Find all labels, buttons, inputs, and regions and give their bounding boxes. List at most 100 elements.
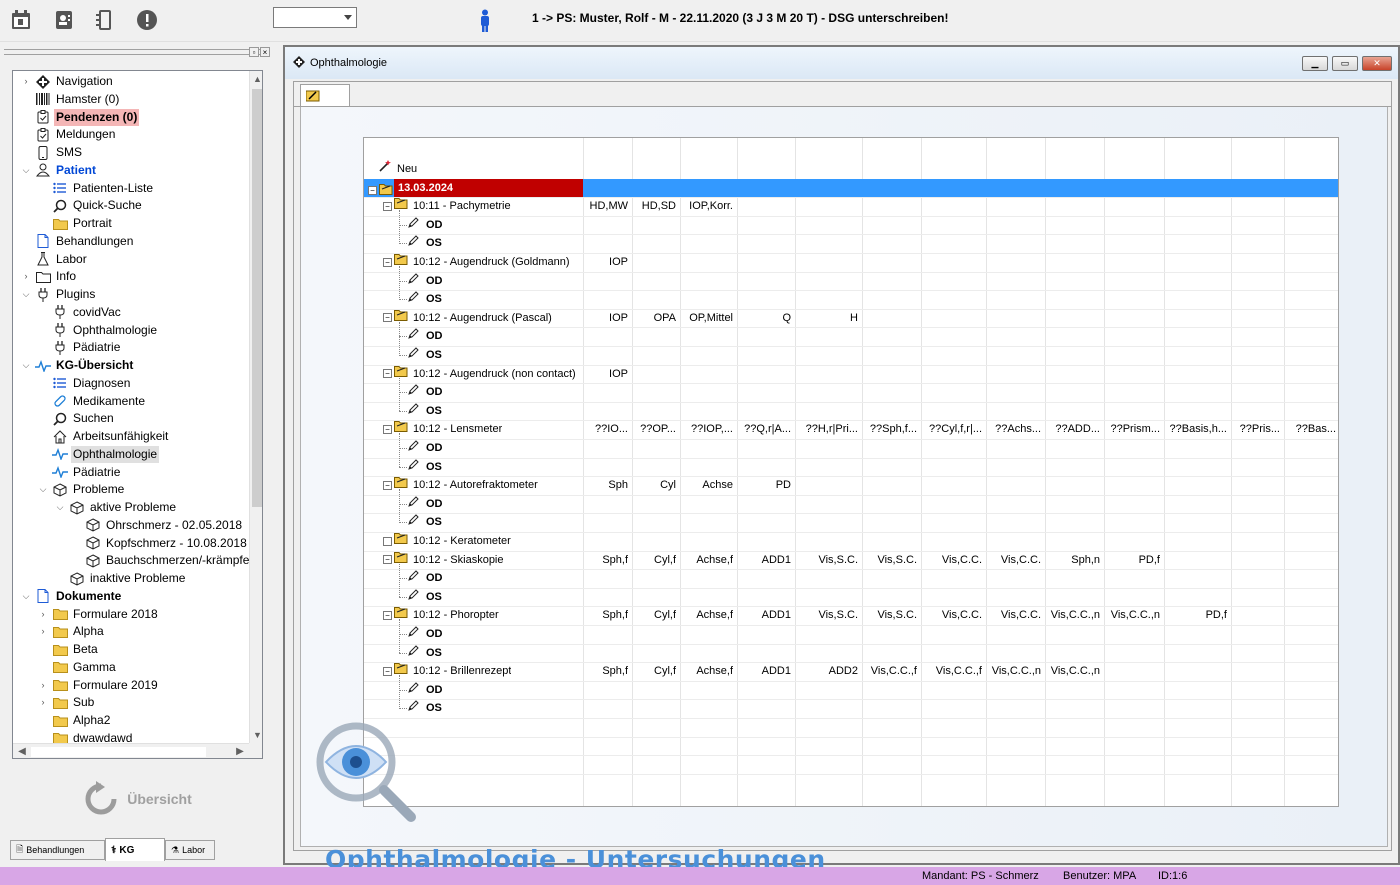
exam-value-cell[interactable]: Sph,f (585, 662, 628, 680)
sidebar-item[interactable]: › Alpha (38, 623, 106, 640)
collapse-icon[interactable]: − (383, 424, 392, 434)
scroll-thumb[interactable] (252, 89, 262, 507)
exam-value-cell[interactable]: ??IO... (585, 420, 628, 438)
sidebar-item[interactable]: ⌵ Probleme (38, 481, 126, 498)
alert-icon[interactable] (136, 9, 158, 31)
sidebar-item[interactable]: Hamster (0) (21, 91, 121, 108)
collapse-icon[interactable]: − (383, 369, 392, 379)
exam-value-cell[interactable]: H (797, 309, 858, 327)
exam-value-cell[interactable]: Vis,C.C.,f (864, 662, 917, 680)
exam-value-cell[interactable]: Vis,C.C. (988, 606, 1041, 624)
mandant-select[interactable] (273, 7, 357, 28)
sidebar-item[interactable]: Ophthalmologie (38, 445, 160, 463)
exam-value-cell[interactable]: ??ADD... (1047, 420, 1100, 438)
exam-value-cell[interactable]: IOP (585, 309, 628, 327)
exam-group-row[interactable]: − 10:12 - Skiaskopie (383, 551, 504, 569)
os-row[interactable]: OS (408, 290, 442, 308)
date-row-toggle[interactable]: − (368, 183, 394, 198)
panel-close-button[interactable]: × (260, 47, 270, 57)
exam-value-cell[interactable]: Vis,C.C. (923, 551, 982, 569)
grid-column-divider[interactable] (1045, 138, 1046, 806)
tab-labor[interactable]: ⚗ Labor (165, 840, 215, 860)
exam-value-cell[interactable]: Achse,f (682, 662, 733, 680)
date-row[interactable]: 13.03.2024 − (364, 178, 1338, 198)
sidebar-item[interactable]: Ohrschmerz - 02.05.2018 (71, 517, 244, 534)
exam-value-cell[interactable]: ADD2 (797, 662, 858, 680)
sidebar-item[interactable]: Patienten-Liste (38, 180, 155, 197)
sidebar-item[interactable]: SMS (21, 144, 84, 161)
sidebar-item[interactable]: Medikamente (38, 393, 147, 410)
sidebar-item[interactable]: Labor (21, 251, 89, 268)
exam-value-cell[interactable]: Vis,S.C. (864, 606, 917, 624)
new-entry-button[interactable]: Neu (378, 160, 417, 178)
sidebar-item[interactable]: inaktive Probleme (55, 570, 187, 587)
exam-value-cell[interactable]: Sph,n (1047, 551, 1100, 569)
scroll-right-icon[interactable]: ▶ (233, 744, 247, 758)
patient-header[interactable]: 1 -> PS: Muster, Rolf - M - 22.11.2020 (… (532, 11, 948, 25)
chevron-right-icon[interactable]: › (38, 623, 48, 640)
exam-value-cell[interactable]: Sph (585, 476, 628, 494)
scroll-up-icon[interactable]: ▲ (250, 71, 262, 87)
close-button[interactable]: ✕ (1362, 56, 1392, 71)
os-row[interactable]: OS (408, 346, 442, 364)
chevron-down-icon[interactable]: ⌵ (21, 162, 31, 179)
grid-column-divider[interactable] (737, 138, 738, 806)
exam-group-row[interactable]: − 10:12 - Augendruck (Pascal) (383, 309, 552, 327)
os-row[interactable]: OS (408, 458, 442, 476)
sidebar-item[interactable]: Beta (38, 641, 100, 658)
exam-value-cell[interactable]: Cyl,f (634, 551, 676, 569)
collapse-icon[interactable]: − (383, 555, 392, 565)
os-row[interactable]: OS (408, 402, 442, 420)
panel-pin-button[interactable]: ▫ (249, 47, 259, 57)
sidebar-item[interactable]: Arbeitsunfähigkeit (38, 428, 170, 445)
od-row[interactable]: OD (408, 495, 443, 513)
chevron-down-icon[interactable]: ⌵ (21, 588, 31, 605)
exam-value-cell[interactable]: Vis,C.C.,n (988, 662, 1041, 680)
exam-value-cell[interactable]: Vis,S.C. (797, 551, 858, 569)
exam-group-row[interactable]: − 10:12 - Autorefraktometer (383, 476, 538, 494)
sidebar-item[interactable]: Portrait (38, 215, 114, 232)
sidebar-item[interactable]: Kopfschmerz - 10.08.2018 (71, 535, 249, 552)
exam-value-cell[interactable]: Sph,f (585, 551, 628, 569)
od-row[interactable]: OD (408, 216, 443, 234)
grid-column-divider[interactable] (795, 138, 796, 806)
exam-value-cell[interactable]: PD,f (1166, 606, 1227, 624)
chevron-right-icon[interactable]: › (21, 73, 31, 90)
exam-value-cell[interactable]: Vis,C.C.,f (923, 662, 982, 680)
od-row[interactable]: OD (408, 681, 443, 699)
exam-value-cell[interactable]: ??Basis,h... (1166, 420, 1227, 438)
os-row[interactable]: OS (408, 644, 442, 662)
grid-column-divider[interactable] (986, 138, 987, 806)
exam-value-cell[interactable]: HD,SD (634, 197, 676, 215)
exam-value-cell[interactable]: Cyl,f (634, 606, 676, 624)
grid-column-divider[interactable] (862, 138, 863, 806)
exam-value-cell[interactable]: ??IOP,... (682, 420, 733, 438)
sidebar-item[interactable]: ⌵ Plugins (21, 286, 97, 303)
chevron-right-icon[interactable]: › (38, 677, 48, 694)
scroll-down-icon[interactable]: ▼ (250, 727, 262, 743)
grid-column-divider[interactable] (1284, 138, 1285, 806)
chevron-down-icon[interactable]: ⌵ (21, 357, 31, 374)
exam-value-cell[interactable]: ??Prism... (1106, 420, 1160, 438)
od-row[interactable]: OD (408, 327, 443, 345)
od-row[interactable]: OD (408, 383, 443, 401)
exam-value-cell[interactable]: IOP (585, 253, 628, 271)
sidebar-item[interactable]: ⌵ Patient (21, 162, 98, 179)
exam-value-cell[interactable]: Achse,f (682, 606, 733, 624)
od-row[interactable]: OD (408, 569, 443, 587)
exam-value-cell[interactable]: ??Q,r|A... (739, 420, 791, 438)
exam-value-cell[interactable]: Cyl (634, 476, 676, 494)
od-row[interactable]: OD (408, 272, 443, 290)
exam-value-cell[interactable]: PD,f (1106, 551, 1160, 569)
exam-value-cell[interactable]: ??Achs... (988, 420, 1041, 438)
overview-button[interactable]: Übersicht (12, 762, 263, 836)
exam-value-cell[interactable]: ??Pris... (1233, 420, 1280, 438)
chevron-down-icon[interactable]: ⌵ (21, 286, 31, 303)
collapse-icon[interactable]: − (383, 313, 392, 323)
tree-vertical-scrollbar[interactable]: ▲ ▼ (249, 71, 262, 743)
sidebar-item[interactable]: Diagnosen (38, 375, 132, 392)
tree-horizontal-scrollbar[interactable]: ◀ ▶ (13, 743, 249, 758)
sidebar-item[interactable]: Ophthalmologie (38, 322, 159, 339)
exam-group-row[interactable]: 10:12 - Keratometer (383, 532, 511, 550)
grid-column-divider[interactable] (632, 138, 633, 806)
